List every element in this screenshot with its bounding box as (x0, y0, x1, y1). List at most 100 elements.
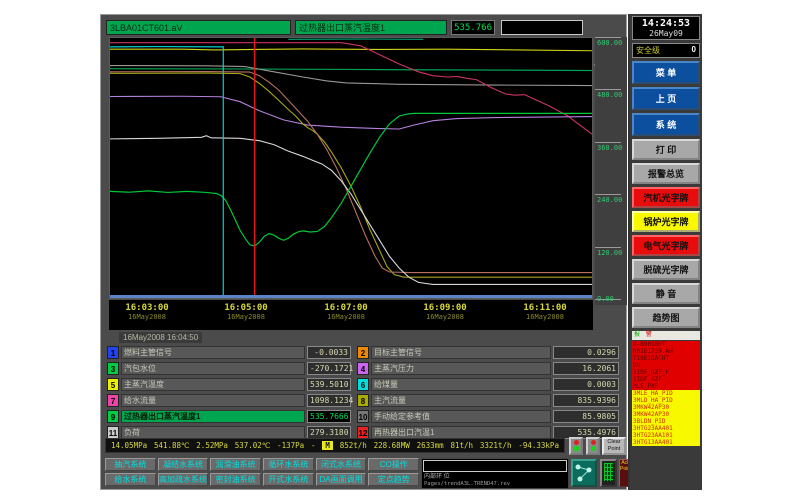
menu-lube-oil[interactable]: 润滑油系统 (210, 458, 261, 471)
alarm-list-header: 报 警 (632, 331, 700, 340)
alarm-item[interactable]: 3HTG13AA401 (632, 439, 700, 446)
alarm-item[interactable]: 3MKW42AP30 (632, 404, 700, 411)
legend-row-6[interactable]: 6给煤量0.0003 (357, 378, 619, 391)
alarm-item[interactable]: 3HTG23AA101 (632, 432, 700, 439)
desulfur-annunciator-button[interactable]: 脱硫光字牌 (632, 259, 700, 280)
desktop: { "colors":{ "window_bg":"#4b4b4b","plot… (0, 0, 800, 500)
channel-value: 835.9396 (553, 394, 619, 407)
tag-search-input[interactable] (504, 21, 580, 34)
time-tick: 16:11:0016May2008 (505, 303, 585, 321)
alarm-item[interactable]: 1IDF_GZF_F (632, 369, 700, 376)
legend-row-10[interactable]: 10手动给定参考值85.9805 (357, 410, 619, 423)
menu-point-trend[interactable]: 定点趋势 (368, 473, 419, 486)
scale-label: 360.00 (597, 144, 622, 152)
trend-series-unit-load (110, 136, 592, 285)
menu-hp-heater-drain[interactable]: 高加疏水系统 (158, 473, 209, 486)
legend-row-1[interactable]: 1燃料主管信号-0.0033 (107, 346, 351, 359)
cursor-timestamp: 16May2008 16:04:50 (119, 332, 202, 343)
channel-color-chip: 5 (107, 378, 119, 391)
boiler-annunciator-button[interactable]: 锅炉光字牌 (632, 211, 700, 232)
trend-stop-indicator-button[interactable] (586, 437, 600, 455)
menu-feedwater[interactable]: 给水系统 (105, 473, 156, 486)
legend-row-9-selected[interactable]: 9过热器出口蒸汽温度1535.7666 (107, 410, 351, 423)
point-tag-field[interactable]: 3LBA01CT601.aV (106, 20, 291, 35)
link-icon-button[interactable] (571, 459, 597, 487)
channel-value: -270.1721 (307, 362, 351, 375)
alarm-overview-button[interactable]: 报警总览 (632, 163, 700, 184)
alarm-item[interactable]: 3BLDN_PID (632, 418, 700, 425)
system-clock: 14:24:53 26May09 (632, 16, 700, 40)
process-status-bar: 14.05MPa 541.88℃ 2.52MPa 537.02℃ -137Pa … (105, 438, 565, 453)
legend-row-4[interactable]: 4主蒸汽压力16.2061 (357, 362, 619, 375)
clear-point-button[interactable]: Clear Point (602, 437, 626, 455)
channel-label: 主蒸汽温度 (121, 378, 305, 391)
trend-run-indicator-button[interactable] (569, 437, 583, 455)
menu-display-call[interactable]: DA画面调用 (316, 473, 367, 486)
status-value: 2.52MPa (196, 441, 228, 450)
legend-row-8[interactable]: 8主汽流量835.9396 (357, 394, 619, 407)
trend-series-sh-outlet-steam-temp1 (110, 69, 592, 71)
alarm-item[interactable]: N01E17S9.AH (632, 348, 700, 355)
legend-row-3[interactable]: 3汽包水位-270.1721 (107, 362, 351, 375)
trend-chart-button[interactable]: 趋势图 (632, 307, 700, 328)
turbine-annunciator-button[interactable]: 汽机光字牌 (632, 187, 700, 208)
legend-row-2[interactable]: 2目标主管信号0.0296 (357, 346, 619, 359)
alarm-item[interactable]: 3HTG23AA401 (632, 425, 700, 432)
alarm-item[interactable]: T18E1GACHT (632, 355, 700, 362)
menu-seal-oil[interactable]: 密封油系统 (210, 473, 261, 486)
status-value: 852t/h (340, 441, 367, 450)
menu-button[interactable]: 菜 单 (632, 61, 700, 84)
trend-plot[interactable] (109, 37, 593, 299)
scale-label: 480.00 (597, 91, 622, 99)
page-up-button[interactable]: 上 页 (632, 87, 700, 110)
channel-value: 0.0296 (553, 346, 619, 359)
print-button[interactable]: 打 印 (632, 139, 700, 160)
trend-series-drum-level (110, 113, 592, 246)
message-line-2: Pages/trendA3L.TREND47.rev (422, 481, 568, 488)
alarm-item[interactable]: B-B901BHT (632, 341, 700, 348)
security-level-value: 0 (692, 45, 696, 56)
menu-extraction-steam[interactable]: 抽汽系统 (105, 458, 156, 471)
grid-view-button[interactable] (600, 459, 617, 487)
channel-value: 1098.1234 (307, 394, 351, 407)
channel-color-chip: 6 (357, 378, 369, 391)
legend-row-7[interactable]: 7给水流量1098.1234 (107, 394, 351, 407)
alarm-item[interactable]: 1IDF_GZF (632, 376, 700, 383)
command-input[interactable] (423, 460, 567, 472)
alarm-item[interactable]: 3MLE_HA_PID (632, 390, 700, 397)
menu-condensate[interactable]: 凝结水系统 (158, 458, 209, 471)
channel-label: 汽包水位 (121, 362, 305, 375)
channel-color-chip: 10 (357, 410, 369, 423)
message-line-1: 内部环 位 (422, 473, 568, 481)
alarm-item[interactable]: 3MKW42AP30 (632, 411, 700, 418)
channel-label: 燃料主管信号 (121, 346, 305, 359)
scale-tick (595, 142, 621, 143)
menu-open-water[interactable]: 开式水系统 (263, 473, 314, 486)
alarm-item[interactable]: 3MLD_HA_PID (632, 397, 700, 404)
menu-circ-water[interactable]: 循环水系统 (263, 458, 314, 471)
status-value: 537.02℃ (235, 441, 271, 450)
legend-row-5[interactable]: 5主蒸汽温度539.5010 (107, 378, 351, 391)
alarm-header-right: 警 (646, 332, 652, 338)
point-description-field[interactable]: 过热器出口蒸汽温度1 (295, 20, 447, 35)
status-value: -94.33kPa (518, 441, 559, 450)
channel-color-chip: 8 (357, 394, 369, 407)
clock-time: 14:24:53 (633, 18, 699, 29)
time-axis-bar[interactable] (110, 295, 592, 298)
tag-search-box[interactable] (501, 20, 583, 35)
electrical-annunciator-button[interactable]: 电气光字牌 (632, 235, 700, 256)
menu-co-operation[interactable]: CO操作 (368, 458, 419, 471)
status-value: 81t/h (450, 441, 473, 450)
status-value: 2633mm (417, 441, 444, 450)
channel-value: 16.2061 (553, 362, 619, 375)
alarm-item[interactable]: DG (632, 362, 700, 369)
alarm-item[interactable]: MLE_PAF (632, 383, 700, 390)
scale-tick (595, 37, 621, 38)
channel-label: 手动给定参考值 (371, 410, 551, 423)
menu-closed-water[interactable]: 闭式水系统 (316, 458, 367, 471)
mute-button[interactable]: 静 音 (632, 283, 700, 304)
security-level-box: 安全级 0 (632, 43, 700, 58)
scale-label: 120.00 (597, 249, 622, 257)
system-button[interactable]: 系 统 (632, 113, 700, 136)
scale-tick (595, 247, 621, 248)
